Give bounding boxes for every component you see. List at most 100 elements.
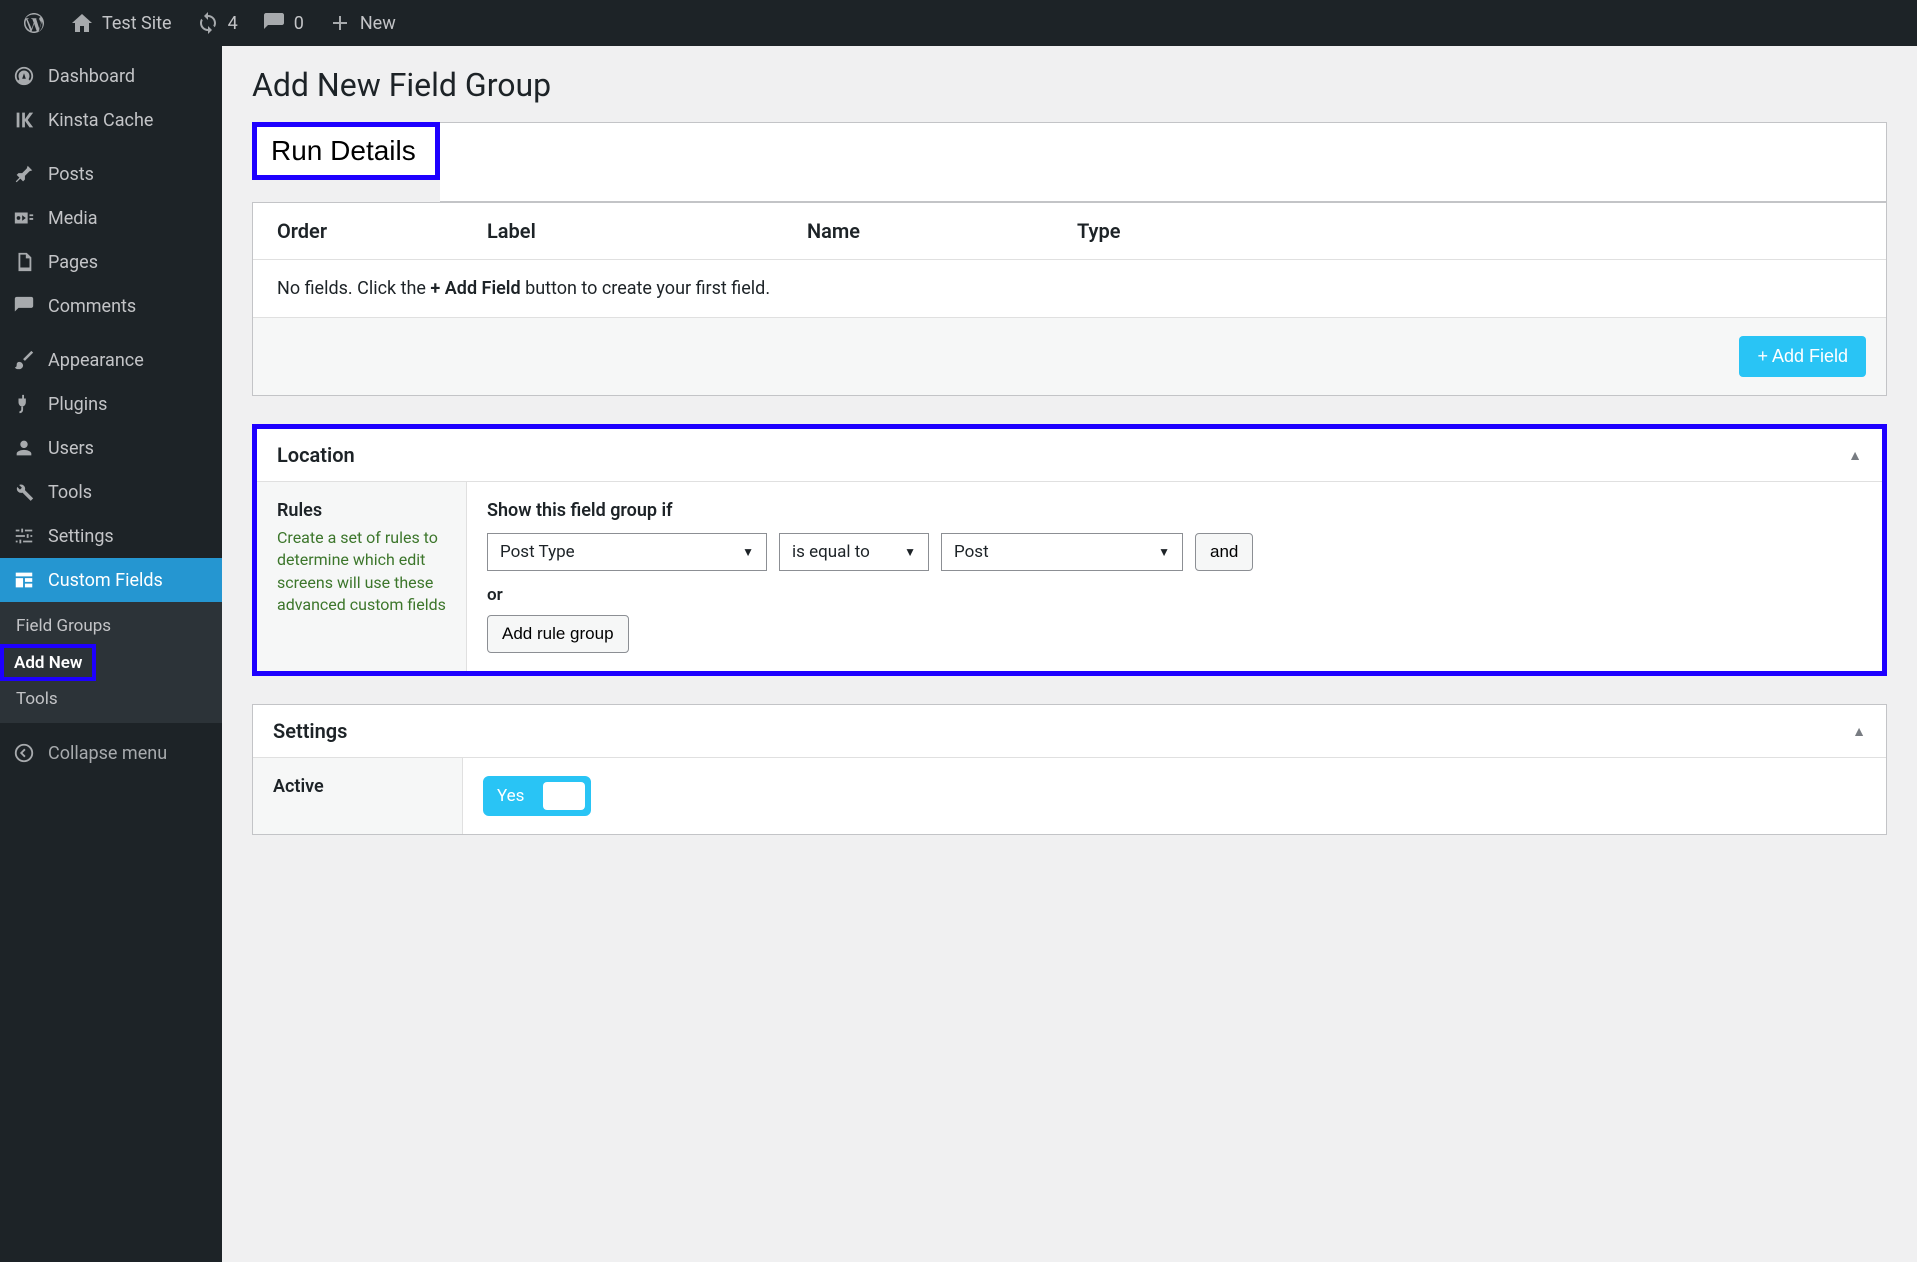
rules-description: Create a set of rules to determine which… xyxy=(277,527,446,617)
custom-fields-submenu: Field Groups Add New Tools xyxy=(0,602,222,723)
sliders-icon xyxy=(12,524,36,548)
updates-button[interactable]: 4 xyxy=(184,0,250,46)
or-label: or xyxy=(487,585,1862,605)
pages-icon xyxy=(12,250,36,274)
no-fields-prefix: No fields. Click the xyxy=(277,278,430,299)
sidebar-item-label: Posts xyxy=(48,164,94,185)
comments-count: 0 xyxy=(294,13,304,34)
settings-panel: Settings ▲ Active Yes xyxy=(252,704,1887,835)
plus-icon xyxy=(328,11,352,35)
settings-collapse-toggle[interactable]: ▲ xyxy=(1852,723,1866,740)
location-left: Rules Create a set of rules to determine… xyxy=(257,482,467,671)
add-field-footer: + Add Field xyxy=(253,318,1886,395)
location-right: Show this field group if Post Type ▼ is … xyxy=(467,482,1882,671)
collapse-label: Collapse menu xyxy=(48,743,167,764)
sidebar-item-label: Plugins xyxy=(48,394,107,415)
no-fields-message: No fields. Click the + Add Field button … xyxy=(253,260,1886,318)
sidebar-item-custom-fields[interactable]: Custom Fields xyxy=(0,558,222,602)
add-rule-group-button[interactable]: Add rule group xyxy=(487,615,629,653)
sidebar-item-label: Comments xyxy=(48,296,136,317)
comment-icon xyxy=(262,11,286,35)
sidebar-item-dashboard[interactable]: Dashboard xyxy=(0,54,222,98)
collapse-menu-button[interactable]: Collapse menu xyxy=(0,727,222,779)
location-collapse-toggle[interactable]: ▲ xyxy=(1848,447,1862,464)
new-label: New xyxy=(360,13,396,34)
location-panel: Location ▲ Rules Create a set of rules t… xyxy=(252,424,1887,676)
admin-sidebar: Dashboard Kinsta Cache Posts Media Pages… xyxy=(0,46,222,1262)
sidebar-item-media[interactable]: Media xyxy=(0,196,222,240)
sidebar-item-pages[interactable]: Pages xyxy=(0,240,222,284)
rule-value-value: Post xyxy=(954,542,989,562)
sidebar-item-label: Kinsta Cache xyxy=(48,110,153,131)
sidebar-item-label: Media xyxy=(48,208,98,229)
site-name-button[interactable]: Test Site xyxy=(58,0,184,46)
comments-button[interactable]: 0 xyxy=(250,0,316,46)
sidebar-item-users[interactable]: Users xyxy=(0,426,222,470)
submenu-field-groups[interactable]: Field Groups xyxy=(0,608,222,644)
sidebar-item-comments[interactable]: Comments xyxy=(0,284,222,328)
submenu-add-new[interactable]: Add New xyxy=(14,653,82,673)
no-fields-bold: + Add Field xyxy=(430,278,520,299)
wordpress-logo-icon xyxy=(22,11,46,35)
settings-title: Settings xyxy=(273,719,347,743)
sidebar-item-label: Settings xyxy=(48,526,114,547)
kinsta-icon xyxy=(12,108,36,132)
main-content: Add New Field Group Order Label Name Typ… xyxy=(222,46,1917,1262)
col-name: Name xyxy=(807,219,1077,243)
rules-heading: Rules xyxy=(277,500,446,521)
updates-count: 4 xyxy=(228,13,238,34)
field-group-title-input[interactable] xyxy=(257,127,435,175)
rule-operator-value: is equal to xyxy=(792,542,870,562)
sidebar-item-label: Tools xyxy=(48,482,92,503)
sidebar-item-appearance[interactable]: Appearance xyxy=(0,338,222,382)
toggle-value: Yes xyxy=(489,782,532,810)
toggle-knob xyxy=(543,782,585,810)
media-icon xyxy=(12,206,36,230)
rule-row: Post Type ▼ is equal to ▼ Post ▼ and xyxy=(487,533,1862,571)
sidebar-item-kinsta-cache[interactable]: Kinsta Cache xyxy=(0,98,222,142)
rule-value-select[interactable]: Post ▼ xyxy=(941,533,1183,571)
sidebar-item-label: Appearance xyxy=(48,350,144,371)
refresh-icon xyxy=(196,11,220,35)
wrench-icon xyxy=(12,480,36,504)
col-label: Label xyxy=(487,219,807,243)
sidebar-item-label: Users xyxy=(48,438,94,459)
sidebar-item-tools[interactable]: Tools xyxy=(0,470,222,514)
pin-icon xyxy=(12,162,36,186)
collapse-icon xyxy=(12,741,36,765)
brush-icon xyxy=(12,348,36,372)
sidebar-item-label: Pages xyxy=(48,252,98,273)
rule-operator-select[interactable]: is equal to ▼ xyxy=(779,533,929,571)
chevron-down-icon: ▼ xyxy=(742,545,754,559)
dashboard-icon xyxy=(12,64,36,88)
chevron-down-icon: ▼ xyxy=(904,545,916,559)
add-field-button[interactable]: + Add Field xyxy=(1739,336,1866,377)
comment-icon xyxy=(12,294,36,318)
rule-param-select[interactable]: Post Type ▼ xyxy=(487,533,767,571)
wp-logo-button[interactable] xyxy=(10,0,58,46)
plug-icon xyxy=(12,392,36,416)
custom-fields-icon xyxy=(12,568,36,592)
submenu-tools[interactable]: Tools xyxy=(0,681,222,717)
title-highlight xyxy=(252,122,440,180)
active-label: Active xyxy=(253,758,463,834)
location-title: Location xyxy=(277,443,355,467)
new-content-button[interactable]: New xyxy=(316,0,408,46)
sidebar-item-label: Dashboard xyxy=(48,66,135,87)
fields-box: Order Label Name Type No fields. Click t… xyxy=(252,202,1887,396)
site-name-label: Test Site xyxy=(102,13,172,34)
fields-header-row: Order Label Name Type xyxy=(253,203,1886,260)
user-icon xyxy=(12,436,36,460)
and-button[interactable]: and xyxy=(1195,533,1253,571)
sidebar-item-plugins[interactable]: Plugins xyxy=(0,382,222,426)
title-input-extension[interactable] xyxy=(440,122,1887,202)
sidebar-item-posts[interactable]: Posts xyxy=(0,152,222,196)
admin-bar: Test Site 4 0 New xyxy=(0,0,1917,46)
active-toggle[interactable]: Yes xyxy=(483,776,591,816)
page-title: Add New Field Group xyxy=(252,66,1887,104)
sidebar-item-settings[interactable]: Settings xyxy=(0,514,222,558)
no-fields-suffix: button to create your first field. xyxy=(521,278,770,299)
rule-param-value: Post Type xyxy=(500,542,575,562)
chevron-down-icon: ▼ xyxy=(1158,545,1170,559)
sidebar-item-label: Custom Fields xyxy=(48,570,163,591)
